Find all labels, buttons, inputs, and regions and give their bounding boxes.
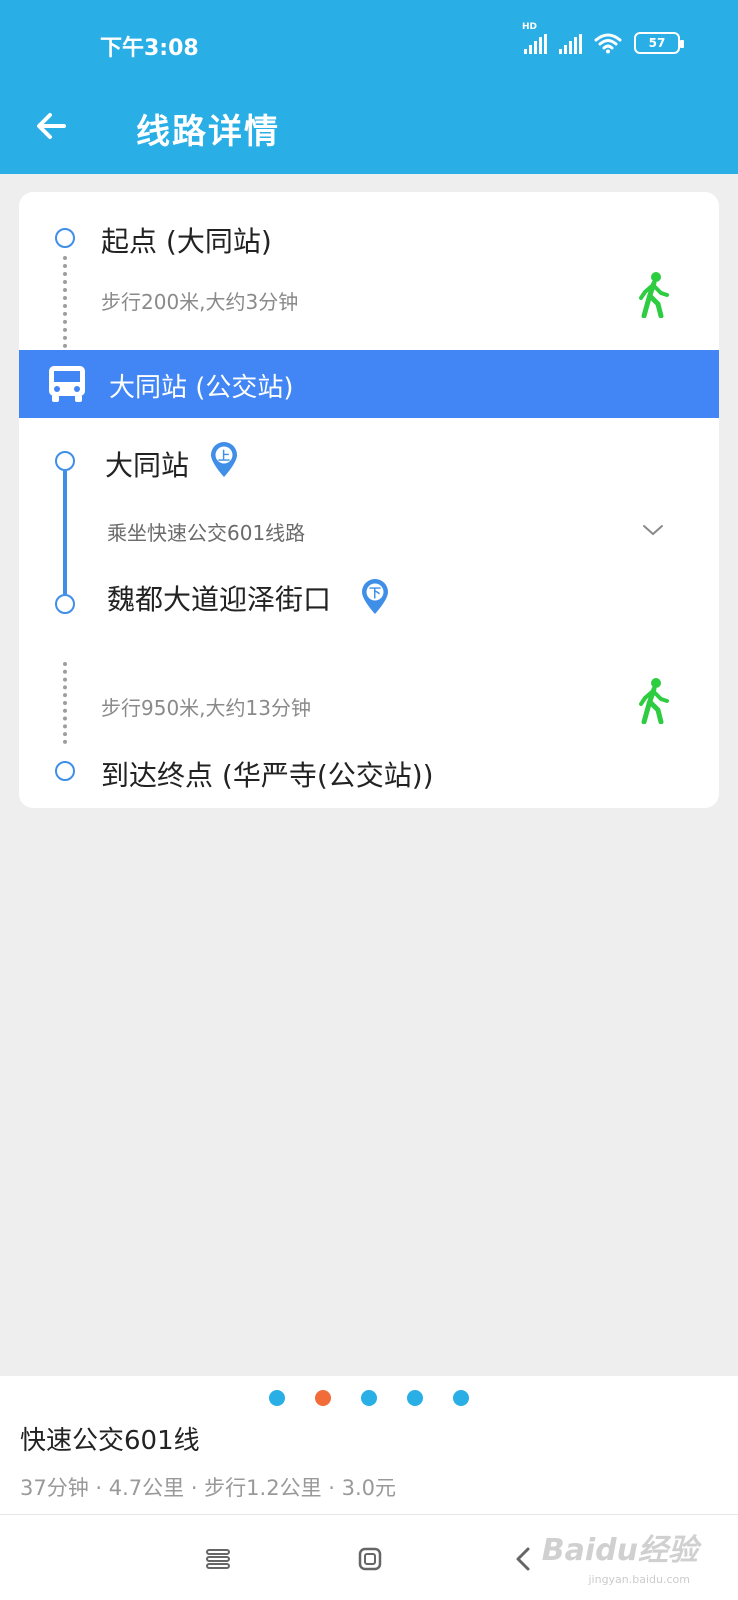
end-node (55, 761, 75, 781)
arrow-left-icon[interactable] (32, 106, 72, 146)
board-node (55, 451, 75, 471)
system-nav-bar: Baidu经验 jingyan.baidu.com (0, 1514, 738, 1600)
ride-line (63, 471, 67, 594)
home-icon[interactable] (354, 1543, 386, 1575)
watermark-url: jingyan.baidu.com (588, 1573, 690, 1586)
pager-dot-active[interactable] (315, 1390, 331, 1406)
route-meta: 37分钟 · 4.7公里 · 步行1.2公里 · 3.0元 (20, 1476, 396, 1500)
chevron-down-icon[interactable] (641, 522, 665, 538)
hd-signal-icon: HD (522, 22, 547, 54)
watermark: Baidu经验 (541, 1533, 698, 1568)
plan-summary-sheet[interactable]: 快速公交601线 37分钟 · 4.7公里 · 步行1.2公里 · 3.0元 (0, 1376, 738, 1514)
pager-dot[interactable] (453, 1390, 469, 1406)
page-title: 线路详情 (136, 112, 280, 152)
walking-person-icon (639, 272, 669, 318)
walking-person-icon (639, 678, 669, 724)
back-icon[interactable] (508, 1543, 540, 1575)
battery-icon: 57 (634, 32, 684, 54)
status-time: 下午3:08 (100, 36, 199, 61)
battery-level: 57 (648, 36, 666, 50)
walk-2-info: 步行950米,大约13分钟 (101, 696, 311, 720)
alight-stop-label: 魏都大道迎泽街口 (107, 583, 332, 616)
wifi-icon (594, 33, 622, 54)
walk-line (63, 256, 67, 348)
route-detail-card: 起点 (大同站) 步行200米,大约3分钟 大同站 (公交站) 大同站 上 乘坐… (19, 192, 719, 808)
pager-dot[interactable] (269, 1390, 285, 1406)
end-label: 到达终点 (华严寺(公交站)) (101, 759, 434, 792)
bus-stop-header[interactable]: 大同站 (公交站) (19, 350, 719, 418)
bus-icon (49, 366, 85, 402)
bus-stop-header-label: 大同站 (公交站) (109, 373, 294, 403)
alight-node (55, 594, 75, 614)
ride-info: 乘坐快速公交601线路 (107, 521, 306, 545)
app-bar: 线路详情 (0, 88, 738, 174)
plan-pager (0, 1390, 738, 1406)
route-name: 快速公交601线 (20, 1426, 200, 1456)
menu-icon[interactable] (202, 1543, 234, 1575)
signal-icon (559, 34, 582, 54)
network-label: HD (522, 22, 538, 32)
status-icons: HD 57 (522, 22, 684, 54)
pager-dot[interactable] (407, 1390, 423, 1406)
pager-dot[interactable] (361, 1390, 377, 1406)
walk-1-info: 步行200米,大约3分钟 (101, 290, 299, 314)
status-bar: 下午3:08 HD 57 (0, 0, 738, 88)
board-stop-label: 大同站 (105, 449, 190, 482)
start-node (55, 228, 75, 248)
walk-line-2 (63, 662, 67, 744)
alight-badge: 下 (369, 586, 381, 600)
board-pin-icon: 上 (211, 442, 237, 477)
alight-pin-icon: 下 (362, 579, 388, 614)
start-label: 起点 (大同站) (101, 225, 272, 258)
board-badge: 上 (218, 448, 230, 463)
